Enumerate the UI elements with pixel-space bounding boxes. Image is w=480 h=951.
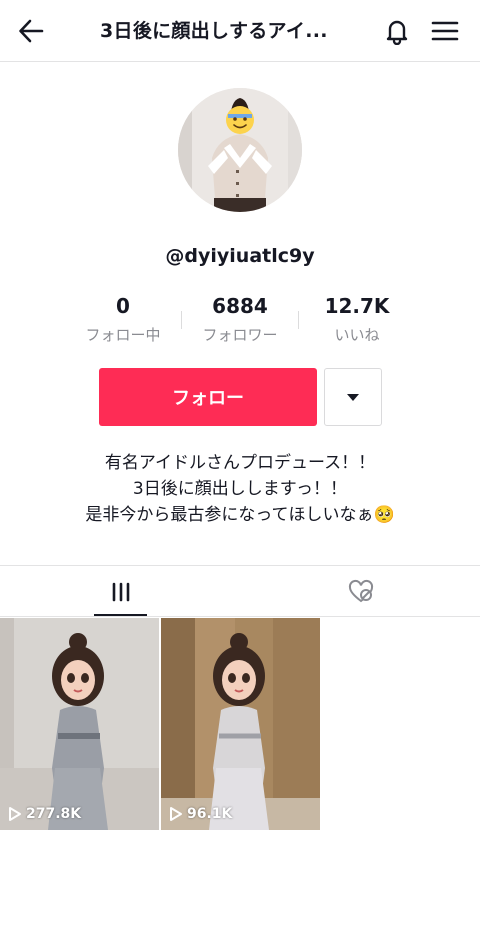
video-thumbnail[interactable]: 96.1K (161, 618, 320, 830)
follow-button[interactable]: フォロー (99, 368, 317, 426)
hidden-liked-icon (348, 579, 373, 602)
bio-line: 有名アイドルさんプロデュース！！ (104, 453, 376, 473)
play-icon (9, 807, 21, 821)
tab-liked[interactable] (334, 566, 387, 617)
followers-stat[interactable]: 6884 フォロワー (180, 292, 300, 348)
likes-count: 12.7K (324, 294, 390, 318)
notifications-button[interactable] (378, 12, 416, 50)
video-grid: 277.8K 96.1K (0, 618, 480, 830)
page-title: 3日後に顔出しするアイ... (100, 20, 328, 42)
following-stat[interactable]: 0 フォロー中 (63, 292, 183, 348)
arrow-left-icon (19, 19, 44, 43)
video-thumbnail[interactable]: 277.8K (0, 618, 159, 830)
suggested-accounts-button[interactable] (324, 368, 382, 426)
followers-label: フォロワー (202, 326, 278, 344)
play-icon (170, 807, 182, 821)
play-count: 96.1K (169, 806, 232, 822)
play-count: 277.8K (8, 806, 81, 822)
bio-line: 是非今から最古参になってほしいなぁ🥺 (85, 505, 395, 525)
bell-icon (386, 20, 408, 45)
username: @dyiyiuatlc9y (165, 245, 315, 267)
active-tab-indicator (94, 614, 147, 616)
likes-stat: 12.7K いいね (297, 292, 417, 348)
followers-count: 6884 (212, 294, 268, 318)
likes-label: いいね (334, 326, 380, 344)
video-grid-icon (112, 582, 129, 601)
top-bar: 3日後に顔出しするアイ... (0, 0, 480, 62)
following-count: 0 (116, 294, 130, 318)
tab-videos[interactable] (94, 566, 147, 617)
play-count-value: 277.8K (26, 806, 82, 822)
avatar[interactable] (178, 88, 302, 212)
play-count-value: 96.1K (187, 806, 233, 822)
caret-down-icon (347, 394, 359, 401)
bio-line: 3日後に顔出ししますっ！！ (132, 479, 348, 499)
back-button[interactable] (12, 12, 50, 50)
following-label: フォロー中 (85, 326, 161, 344)
bio: 有名アイドルさんプロデュース！！ 3日後に顔出ししますっ！！ 是非今から最古参に… (0, 450, 480, 528)
content-tabs (0, 565, 480, 617)
menu-button[interactable] (426, 12, 464, 50)
hamburger-menu-icon (431, 21, 459, 41)
